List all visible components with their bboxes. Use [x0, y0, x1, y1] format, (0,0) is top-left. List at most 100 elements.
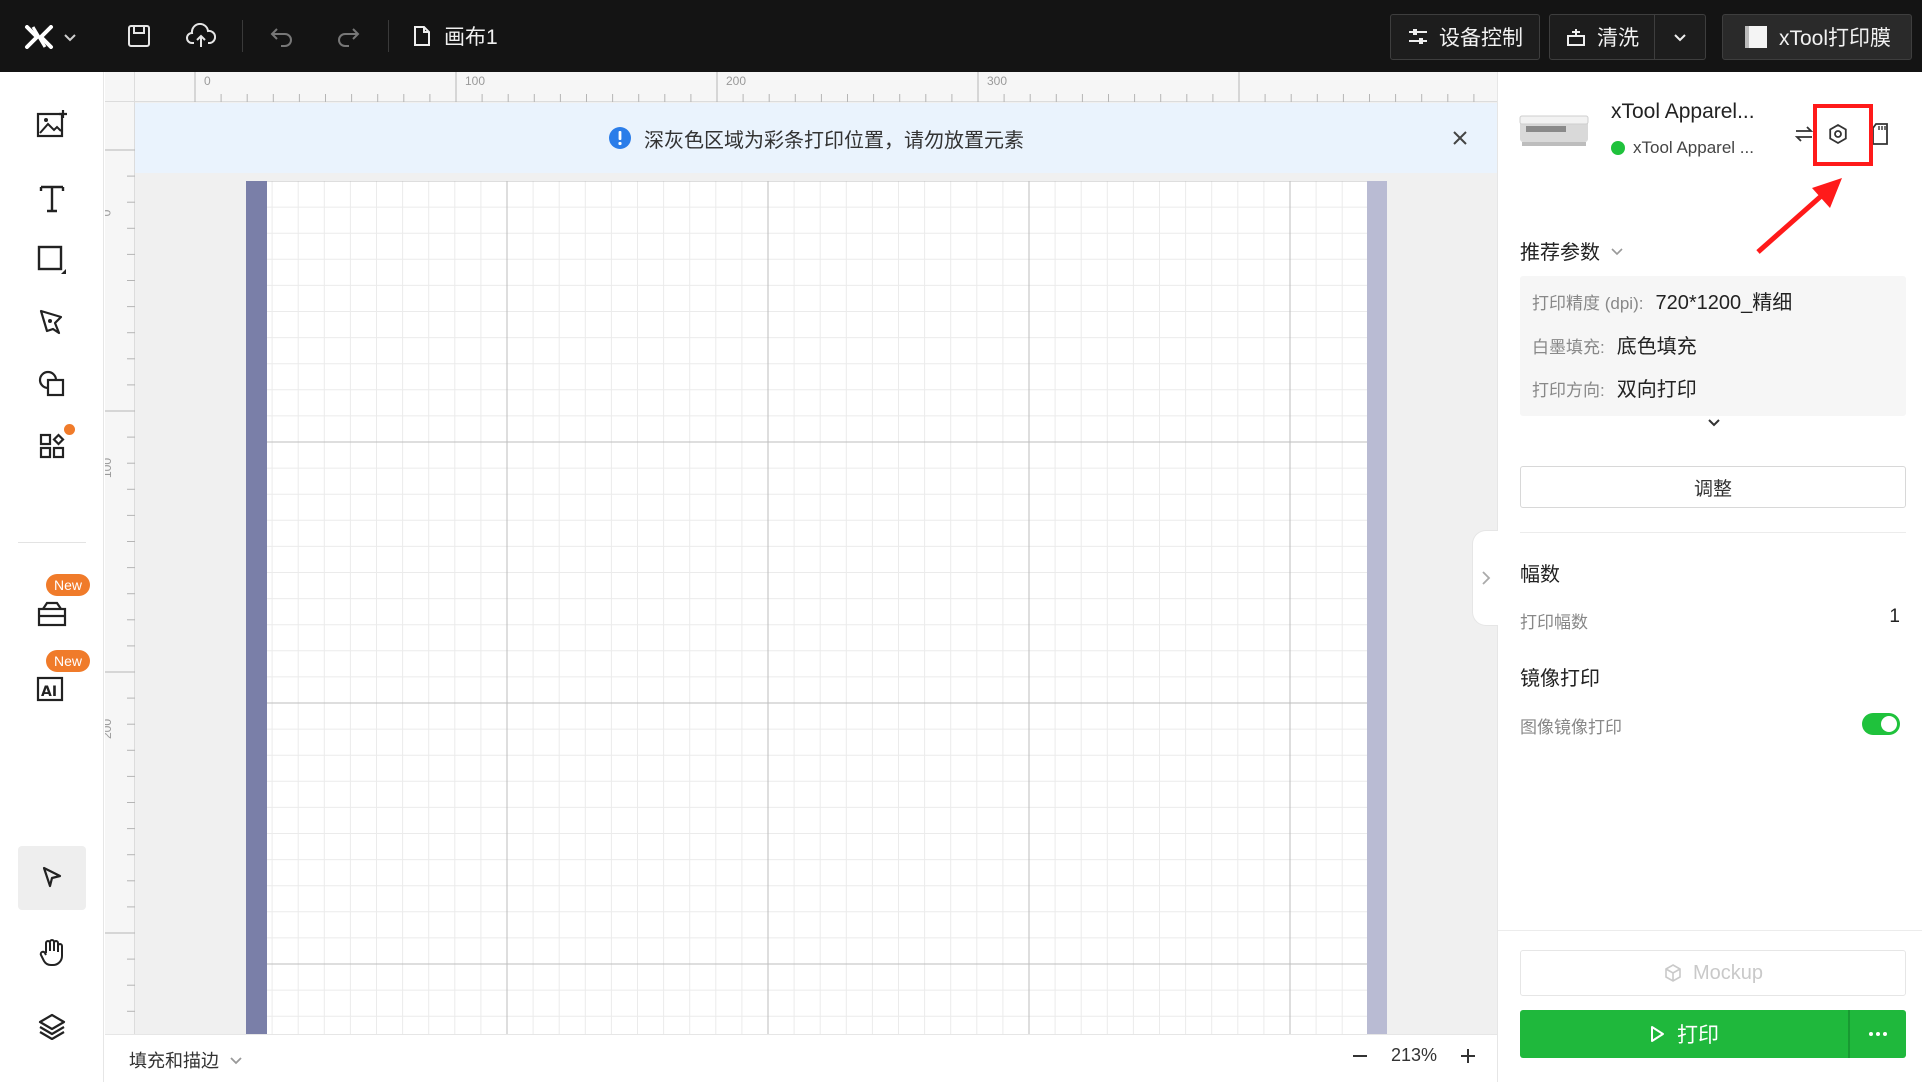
redo-icon[interactable] — [330, 18, 366, 54]
info-icon — [609, 127, 631, 149]
param-value: 720*1200_精细 — [1655, 292, 1793, 314]
xtool-logo-icon — [25, 25, 53, 49]
close-icon — [1453, 131, 1467, 145]
device-control-button[interactable]: 设备控制 — [1390, 14, 1540, 60]
mirror-title: 镜像打印 — [1520, 668, 1600, 690]
hand-tool[interactable] — [18, 920, 86, 984]
elements-tool[interactable] — [18, 352, 86, 416]
print-film-selector[interactable]: xTool打印膜 — [1722, 14, 1912, 60]
shapes-icon — [38, 370, 65, 397]
annotation-arrow-icon — [1756, 178, 1842, 254]
pen-tool[interactable] — [18, 290, 86, 354]
ai-tool[interactable]: AI New — [18, 650, 91, 720]
layers-icon — [38, 1013, 66, 1040]
chevron-down-icon — [1674, 34, 1686, 42]
zoom-in-icon[interactable] — [1459, 1047, 1477, 1065]
ruler-mark: 300 — [987, 74, 1008, 88]
collapse-panel-button[interactable] — [1472, 530, 1498, 626]
zoom-controls: 213% — [1351, 1045, 1477, 1066]
print-button[interactable]: 打印 — [1520, 1010, 1848, 1058]
rectangle-icon — [37, 245, 66, 274]
svg-text:AI: AI — [41, 684, 57, 700]
layers-tool[interactable] — [18, 994, 86, 1058]
fill-stroke-dropdown[interactable]: 填充和描边 — [129, 1047, 243, 1073]
notice-text: 深灰色区域为彩条打印位置，请勿放置元素 — [644, 129, 1024, 152]
undo-icon[interactable] — [264, 18, 300, 54]
apps-grid-icon — [39, 433, 65, 459]
ruler-mark: 100 — [465, 74, 486, 88]
mirror-toggle[interactable] — [1862, 713, 1900, 735]
file-icon — [414, 26, 430, 46]
ruler-top: 0 100 200 300 — [135, 72, 1497, 102]
online-status-dot — [1611, 141, 1625, 155]
top-toolbar: 画布1 设备控制 清洗 xTool打印膜 — [0, 0, 1922, 72]
copies-label: 打印幅数 — [1520, 613, 1588, 632]
clean-button[interactable]: 清洗 — [1549, 14, 1655, 60]
new-badge: New — [46, 650, 91, 672]
adjust-button[interactable]: 调整 — [1520, 466, 1906, 508]
param-direction: 打印方向: 双向打印 — [1532, 373, 1697, 402]
mockup-label: Mockup — [1692, 961, 1764, 984]
add-image-tool[interactable] — [18, 92, 86, 156]
param-key: 打印方向: — [1532, 381, 1605, 400]
device-status-text: xTool Apparel ... — [1633, 138, 1754, 157]
material-tool[interactable]: New — [18, 574, 91, 646]
device-status: xTool Apparel ... — [1611, 138, 1754, 158]
copies-title: 幅数 — [1520, 564, 1560, 586]
close-notice-button[interactable] — [1447, 125, 1473, 151]
ruler-left: 0 100 200 — [105, 102, 135, 1034]
ruler-left-ticks — [105, 149, 135, 1012]
notification-dot — [64, 424, 75, 435]
cursor-icon — [42, 866, 62, 888]
ruler-mark: 200 — [105, 718, 115, 740]
print-label: 打印 — [1677, 1024, 1719, 1047]
shape-tool[interactable] — [18, 228, 86, 292]
swap-icon — [1794, 126, 1814, 142]
clean-label: 清洗 — [1597, 27, 1639, 50]
zoom-level: 213% — [1390, 1045, 1437, 1065]
sliders-icon — [1409, 29, 1427, 44]
cube-icon — [1665, 964, 1681, 982]
hand-icon — [39, 939, 63, 967]
play-icon — [1651, 1026, 1664, 1042]
clean-icon — [1567, 29, 1585, 46]
ruler-top-ticks — [194, 72, 1475, 102]
sd-card-icon — [1872, 123, 1888, 145]
mirror-label: 图像镜像打印 — [1520, 718, 1622, 737]
grid — [246, 181, 1387, 1034]
copies-value[interactable]: 1 — [1889, 606, 1900, 628]
ruler-mark: 0 — [105, 210, 113, 217]
bottom-bar: 填充和描边 213% — [105, 1034, 1497, 1082]
param-value: 双向打印 — [1616, 379, 1697, 401]
right-panel: xTool Apparel... xTool Apparel ... 推荐参数 … — [1472, 72, 1922, 1082]
notice-banner: 深灰色区域为彩条打印位置，请勿放置元素 — [135, 103, 1497, 173]
clean-dropdown[interactable] — [1654, 14, 1706, 60]
new-badge: New — [46, 574, 91, 596]
file-title[interactable]: 画布1 — [412, 20, 498, 52]
print-more-button[interactable] — [1850, 1010, 1906, 1058]
mockup-button[interactable]: Mockup — [1520, 950, 1906, 996]
apps-tool[interactable] — [18, 414, 86, 478]
toolbar-divider — [388, 20, 389, 52]
cloud-upload-icon[interactable] — [183, 18, 219, 54]
params-box: 打印精度 (dpi): 720*1200_精细 白墨填充: 底色填充 打印方向:… — [1520, 276, 1906, 416]
select-tool[interactable] — [18, 846, 86, 910]
recommended-params-toggle[interactable]: 推荐参数 — [1520, 236, 1624, 265]
text-tool[interactable] — [18, 166, 86, 230]
param-key: 白墨填充: — [1532, 338, 1605, 357]
zoom-out-icon[interactable] — [1351, 1047, 1369, 1065]
param-value: 底色填充 — [1616, 336, 1697, 358]
more-icon — [1869, 1032, 1887, 1036]
app-menu[interactable] — [24, 22, 94, 52]
print-board[interactable] — [246, 181, 1387, 1034]
film-icon — [1744, 26, 1767, 48]
device-control-label: 设备控制 — [1439, 27, 1523, 50]
fill-stroke-label: 填充和描边 — [129, 1051, 219, 1071]
pen-icon — [39, 309, 63, 335]
file-name: 画布1 — [444, 26, 498, 49]
divider — [1520, 532, 1906, 533]
canvas-area[interactable]: 0 100 200 300 0 100 200 深灰色区域为彩条打印位置，请勿放… — [105, 72, 1497, 1034]
save-icon[interactable] — [121, 18, 157, 54]
chevron-right-icon — [1481, 571, 1490, 585]
expand-params-button[interactable] — [1706, 416, 1722, 435]
